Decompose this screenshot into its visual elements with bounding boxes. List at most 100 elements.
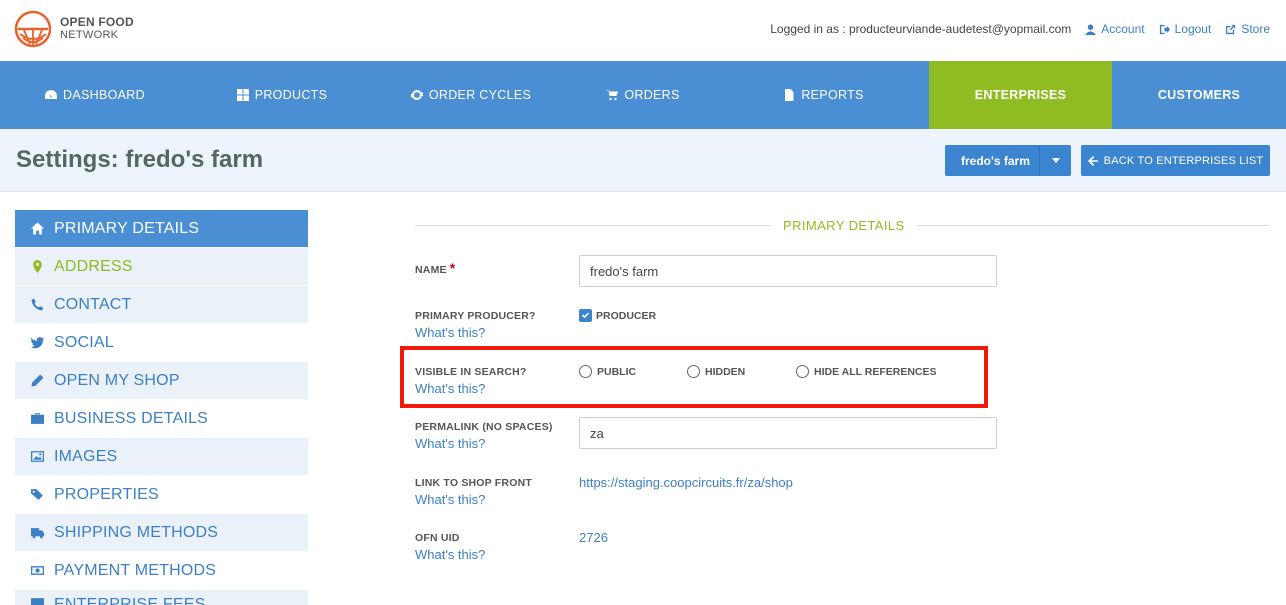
store-label: Store bbox=[1241, 22, 1270, 36]
section-title: PRIMARY DETAILS bbox=[783, 218, 905, 233]
back-button-label: BACK TO ENTERPRISES LIST bbox=[1103, 154, 1264, 167]
nav-products[interactable]: PRODUCTS bbox=[190, 61, 374, 129]
ofn-logo[interactable]: OPEN FOOD NETWORK bbox=[14, 8, 134, 50]
sidebar-item-address[interactable]: ADDRESS bbox=[15, 248, 308, 286]
nav-dashboard[interactable]: DASHBOARD bbox=[0, 61, 190, 129]
account-link[interactable]: Account bbox=[1085, 22, 1145, 36]
cart-icon bbox=[606, 90, 619, 101]
tags-icon bbox=[31, 489, 43, 500]
sidebar-item-label: OPEN MY SHOP bbox=[54, 371, 180, 389]
checkbox-checked[interactable] bbox=[579, 309, 592, 322]
whats-this-link[interactable]: What's this? bbox=[415, 547, 485, 562]
image-icon bbox=[31, 451, 44, 462]
logo-line1: OPEN FOOD bbox=[60, 15, 134, 29]
sidebar-item-label: PRIMARY DETAILS bbox=[54, 219, 200, 237]
back-to-enterprises-button[interactable]: BACK TO ENTERPRISES LIST bbox=[1081, 145, 1270, 176]
sidebar-item-label: ADDRESS bbox=[54, 257, 133, 275]
enterprise-select-label: fredo's farm bbox=[961, 153, 1030, 168]
required-marker: * bbox=[449, 260, 456, 276]
map-marker-icon bbox=[33, 260, 42, 273]
sign-out-icon bbox=[1159, 24, 1170, 34]
highlight-box bbox=[400, 346, 988, 408]
name-label-text: NAME bbox=[415, 264, 447, 276]
sidebar-item-label: ENTERPRISE FEES bbox=[54, 596, 206, 605]
producer-checkbox-label: PRODUCER bbox=[596, 309, 657, 322]
sidebar-item-shipping-methods[interactable]: SHIPPING METHODS bbox=[15, 514, 308, 552]
sidebar-item-social[interactable]: SOCIAL bbox=[15, 324, 308, 362]
sidebar-item-label: SOCIAL bbox=[54, 333, 114, 351]
money-icon bbox=[31, 566, 44, 575]
producer-checkbox[interactable]: PRODUCER bbox=[579, 309, 656, 322]
nav-dashboard-label: DASHBOARD bbox=[63, 88, 145, 102]
name-input[interactable]: fredo's farm bbox=[579, 255, 997, 287]
home-icon bbox=[31, 222, 44, 235]
logout-link[interactable]: Logout bbox=[1159, 22, 1212, 36]
ofn-uid-label: OFN UID bbox=[415, 532, 460, 544]
truck-icon bbox=[31, 528, 44, 539]
permalink-input[interactable]: za bbox=[579, 417, 997, 449]
whats-this-link[interactable]: What's this? bbox=[415, 492, 485, 507]
nav-order-cycles-label: ORDER CYCLES bbox=[428, 88, 532, 102]
store-link[interactable]: Store bbox=[1225, 22, 1270, 36]
ofn-logo-icon bbox=[14, 10, 52, 48]
sidebar-item-images[interactable]: IMAGES bbox=[15, 438, 308, 476]
primary-producer-label: PRIMARY PRODUCER? bbox=[415, 310, 536, 322]
enterprise-select[interactable]: fredo's farm bbox=[945, 145, 1071, 176]
nav-customers[interactable]: CUSTOMERS bbox=[1112, 61, 1286, 129]
nav-customers-label: CUSTOMERS bbox=[1157, 88, 1241, 102]
logged-in-text: Logged in as : producteurviande-audetest… bbox=[770, 22, 1072, 36]
shop-link-label: LINK TO SHOP FRONT bbox=[415, 477, 532, 489]
sidebar-item-properties[interactable]: PROPERTIES bbox=[15, 476, 308, 514]
name-label: NAME * bbox=[415, 260, 455, 276]
section-header: PRIMARY DETAILS bbox=[415, 218, 1270, 234]
shop-front-link[interactable]: https://staging.coopcircuits.fr/za/shop bbox=[579, 475, 793, 490]
nav-products-label: PRODUCTS bbox=[254, 88, 328, 102]
sidebar-item-open-my-shop[interactable]: OPEN MY SHOP bbox=[15, 362, 308, 400]
nav-reports[interactable]: REPORTS bbox=[718, 61, 929, 129]
sidebar-item-label: BUSINESS DETAILS bbox=[54, 409, 209, 427]
logout-label: Logout bbox=[1174, 22, 1212, 36]
user-links: Logged in as : producteurviande-audetest… bbox=[770, 22, 1270, 36]
nav-orders[interactable]: ORDERS bbox=[568, 61, 718, 129]
sidebar-item-label: CONTACT bbox=[54, 295, 132, 313]
ofn-uid-value: 2726 bbox=[579, 530, 608, 545]
nav-order-cycles[interactable]: ORDER CYCLES bbox=[374, 61, 568, 129]
sidebar-item-business-details[interactable]: BUSINESS DETAILS bbox=[15, 400, 308, 438]
whats-this-link[interactable]: What's this? bbox=[415, 436, 485, 451]
top-header: OPEN FOOD NETWORK Logged in as : product… bbox=[0, 0, 1286, 61]
settings-sidebar: PRIMARY DETAILS ADDRESS CONTACT SOCIAL O… bbox=[15, 210, 308, 605]
external-link-icon bbox=[1226, 24, 1236, 34]
title-bar: Settings: fredo's farm fredo's farm BACK… bbox=[0, 129, 1286, 192]
sidebar-item-label: IMAGES bbox=[54, 447, 118, 465]
whats-this-link[interactable]: What's this? bbox=[415, 325, 485, 340]
briefcase-icon bbox=[31, 413, 44, 424]
sidebar-item-label: SHIPPING METHODS bbox=[54, 523, 219, 541]
th-large-icon bbox=[236, 89, 249, 101]
caret-down-icon[interactable] bbox=[1039, 145, 1071, 176]
refresh-icon bbox=[410, 90, 423, 100]
permalink-label: PERMALINK (NO SPACES) bbox=[415, 421, 553, 433]
file-icon bbox=[785, 89, 794, 101]
twitter-icon bbox=[31, 337, 44, 349]
sidebar-item-payment-methods[interactable]: PAYMENT METHODS bbox=[15, 552, 308, 590]
sidebar-item-primary-details[interactable]: PRIMARY DETAILS bbox=[15, 210, 308, 248]
sidebar-item-label: PROPERTIES bbox=[54, 485, 159, 503]
check-icon bbox=[581, 312, 590, 319]
fees-icon bbox=[31, 598, 44, 605]
nav-enterprises[interactable]: ENTERPRISES bbox=[929, 61, 1112, 136]
dashboard-icon bbox=[45, 90, 58, 99]
nav-orders-label: ORDERS bbox=[624, 88, 680, 102]
sidebar-item-contact[interactable]: CONTACT bbox=[15, 286, 308, 324]
user-icon bbox=[1085, 23, 1097, 35]
logo-line2: NETWORK bbox=[60, 29, 119, 41]
main-nav: DASHBOARD PRODUCTS ORDER CYCLES ORDERS R… bbox=[0, 61, 1286, 136]
sidebar-item-enterprise-fees[interactable]: ENTERPRISE FEES bbox=[15, 590, 308, 605]
sidebar-item-label: PAYMENT METHODS bbox=[54, 561, 217, 579]
arrow-left-icon bbox=[1087, 155, 1098, 166]
nav-reports-label: REPORTS bbox=[801, 88, 864, 102]
pencil-icon bbox=[31, 374, 44, 387]
account-label: Account bbox=[1101, 22, 1145, 36]
nav-enterprises-label: ENTERPRISES bbox=[974, 88, 1067, 102]
phone-icon bbox=[31, 298, 44, 311]
page-title: Settings: fredo's farm bbox=[16, 146, 264, 173]
